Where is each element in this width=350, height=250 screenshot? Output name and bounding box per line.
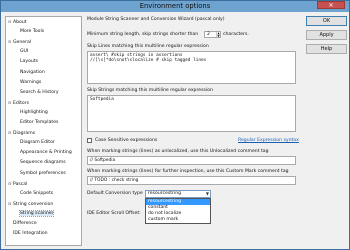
tree-item-navigation[interactable]: Navigation (15, 70, 45, 76)
string-scanner-panel: Module String Scanner and Conversion Wiz… (85, 14, 300, 249)
conversion-type-dropdown[interactable]: resourcestring constant do not localize cus… (145, 198, 211, 224)
tree-item-label: Editors (13, 100, 29, 106)
skip-lines-input[interactable]: assert\ #skip strings in assertions //[\… (87, 51, 296, 84)
tree-item-string-scanner[interactable]: String scanner (15, 209, 55, 217)
tree-item-label: Diagrams (13, 131, 36, 137)
skip-strings-label: Skip Strings matching this multiline reg… (87, 88, 213, 93)
skip-lines-label: Skip Lines matching this multiline regul… (87, 44, 209, 49)
tree-item-label: Appearance & Printing (20, 150, 72, 156)
tree-item-label: Layouts (20, 59, 39, 65)
spinner-arrows-icon[interactable]: ▲ ▼ (216, 32, 220, 38)
tree-item-label: Navigation (20, 69, 45, 75)
regex-syntax-link[interactable]: Regular Expression syntax (238, 138, 299, 143)
tree-item-label: More Tools (20, 29, 45, 35)
tree-item-ide-integration[interactable]: IDE Integration (8, 231, 48, 237)
tree-item-code-snippets[interactable]: Code Snippets (15, 191, 53, 197)
min-length-spinner[interactable]: 2 ▲ ▼ (204, 31, 221, 38)
tree-item-difference[interactable]: Difference (8, 221, 37, 227)
min-length-suffix: characters. (223, 32, 249, 37)
tree-item-diagram-editor[interactable]: Diagram Editor (15, 140, 55, 146)
tree-item-diagrams[interactable]: ⊟ Diagrams (8, 130, 35, 136)
tree-item-label: Symbol preferences (20, 170, 66, 176)
tree-item-pascal[interactable]: ⊟ Pascal (8, 181, 27, 187)
tree-item-more-tools[interactable]: More Tools (15, 29, 44, 35)
conversion-type-label: Default Conversion type (87, 191, 143, 196)
conversion-type-value: resourcestring (148, 191, 182, 196)
tree-item-gui[interactable]: GUI (15, 49, 28, 55)
case-sensitive-label: Case Sensitive expressions (95, 138, 158, 143)
tree-item-warnings[interactable]: Warnings (15, 80, 41, 86)
tree-item-label: Difference (13, 221, 37, 226)
tree-item-sequence-diagrams[interactable]: Sequence diagrams (15, 160, 66, 166)
scroll-offset-label: IDE Editor Scroll Offset: (87, 211, 141, 216)
panel-heading: Module String Scanner and Conversion Wiz… (87, 17, 225, 22)
inspection-tag-input[interactable]: // TODO : check string (87, 176, 296, 185)
tree-item-highlighting[interactable]: Highlighting (15, 110, 48, 116)
tree-item-editors[interactable]: ⊟ Editors (8, 100, 29, 106)
tree-item-string-conversion[interactable]: ⊟ String conversion (8, 201, 53, 207)
unlocalized-tag-input[interactable]: // Softpedia (87, 156, 296, 165)
tree-item-appearance-printing[interactable]: Appearance & Printing (15, 150, 72, 156)
options-tree[interactable]: ⊟ About More Tools ⊟ General GUI Layouts Naviga… (5, 16, 82, 246)
chevron-down-icon[interactable]: ▼ (206, 191, 209, 197)
tree-item-label: General (13, 40, 32, 46)
min-length-value: 2 (207, 32, 210, 37)
tree-item-label: Pascal (13, 181, 28, 187)
tree-item-label: Editor Templates (20, 120, 59, 125)
conversion-type-select[interactable]: resourcestring ▼ (145, 190, 211, 198)
close-button[interactable]: ✕ (317, 1, 345, 9)
apply-button[interactable]: Apply (306, 30, 347, 40)
skip-strings-input[interactable]: Softpedia (87, 95, 296, 132)
tree-item-label: GUI (20, 49, 29, 55)
case-sensitive-checkbox[interactable] (87, 138, 92, 143)
tree-item-label: About (13, 20, 27, 25)
unlocalized-tag-label: When marking strings (lines) as unlocali… (87, 149, 269, 154)
title-bar[interactable]: Environment options ✕ (1, 1, 349, 12)
tree-item-label: String scanner (18, 209, 55, 217)
tree-item-label: Warnings (20, 79, 42, 85)
tree-item-search-history[interactable]: Search & History (15, 90, 59, 96)
inspection-tag-label: When marking strings (lines) for further… (87, 169, 289, 174)
min-length-label: Minimum string length, skip strings shor… (87, 32, 199, 37)
window-title: Environment options (139, 2, 211, 10)
tree-item-about[interactable]: ⊟ About (8, 19, 27, 25)
tree-item-label: Search & History (20, 89, 59, 95)
environment-options-window: Environment options ✕ ⊟ About More Tools ⊟ G… (0, 0, 350, 250)
ok-button[interactable]: OK (306, 16, 347, 26)
help-button[interactable]: Help (306, 44, 347, 54)
tree-item-general[interactable]: ⊟ General (8, 39, 31, 45)
tree-item-label: Highlighting (20, 109, 48, 115)
tree-item-layouts[interactable]: Layouts (15, 59, 38, 65)
dropdown-option[interactable]: custom mark (146, 217, 210, 223)
tree-item-label: Code Snippets (20, 190, 54, 196)
tree-item-label: String conversion (13, 201, 54, 207)
tree-item-label: IDE Integration (13, 231, 48, 237)
tree-item-editor-templates[interactable]: Editor Templates (15, 120, 58, 126)
tree-item-label: Diagram Editor (20, 140, 55, 146)
tree-item-symbol-preferences[interactable]: Symbol preferences (15, 171, 66, 177)
tree-item-label: Sequence diagrams (20, 160, 66, 166)
